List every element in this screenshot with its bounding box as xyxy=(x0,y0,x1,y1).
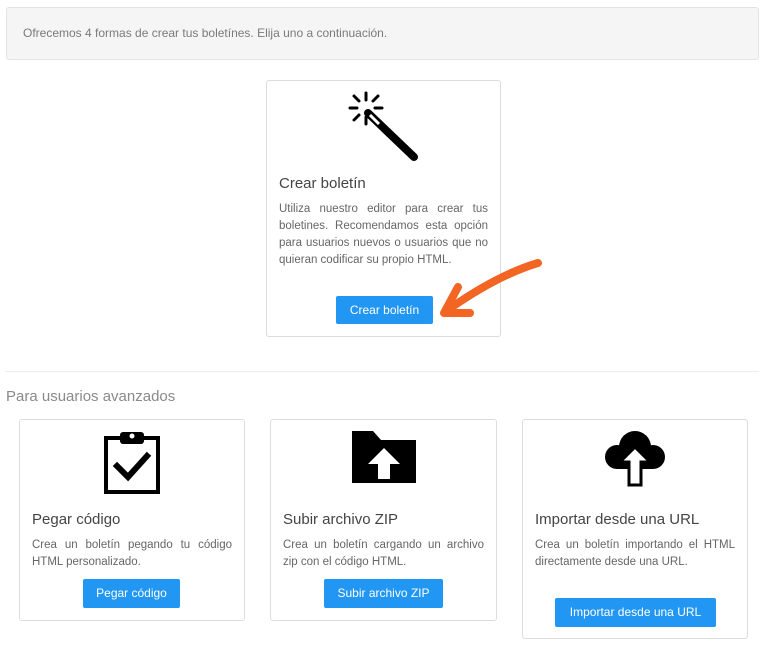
create-newsletter-button[interactable]: Crear boletín xyxy=(336,296,433,324)
info-notice: Ofrecemos 4 formas de crear tus boletíne… xyxy=(6,7,759,60)
clipboard-check-icon xyxy=(20,429,244,495)
import-url-card: Importar desde una URL Crea un boletín i… xyxy=(522,419,748,639)
upload-zip-description: Crea un boletín cargando un archivo zip … xyxy=(283,539,484,568)
advanced-section-title: Para usuarios avanzados xyxy=(6,388,176,405)
upload-zip-card: Subir archivo ZIP Crea un boletín cargan… xyxy=(270,419,497,621)
import-url-title: Importar desde una URL xyxy=(535,511,700,528)
paste-code-button[interactable]: Pegar código xyxy=(83,579,180,608)
annotation-arrow-icon xyxy=(440,259,542,317)
page: Ofrecemos 4 formas de crear tus boletíne… xyxy=(0,0,768,657)
magic-wand-icon xyxy=(267,91,500,163)
section-divider xyxy=(6,371,759,372)
cloud-upload-icon xyxy=(523,429,747,487)
upload-zip-title: Subir archivo ZIP xyxy=(283,511,399,528)
import-url-button[interactable]: Importar desde una URL xyxy=(555,598,716,627)
info-notice-text: Ofrecemos 4 formas de crear tus boletíne… xyxy=(23,26,388,40)
paste-code-description: Crea un boletín pegando tu código HTML p… xyxy=(32,539,232,568)
upload-zip-button[interactable]: Subir archivo ZIP xyxy=(324,579,443,608)
paste-code-card: Pegar código Crea un boletín pegando tu … xyxy=(19,419,245,621)
folder-upload-icon xyxy=(271,429,496,485)
import-url-description: Crea un boletín importando el HTML direc… xyxy=(535,539,735,568)
paste-code-title: Pegar código xyxy=(32,511,121,528)
create-newsletter-title: Crear boletín xyxy=(279,175,366,192)
